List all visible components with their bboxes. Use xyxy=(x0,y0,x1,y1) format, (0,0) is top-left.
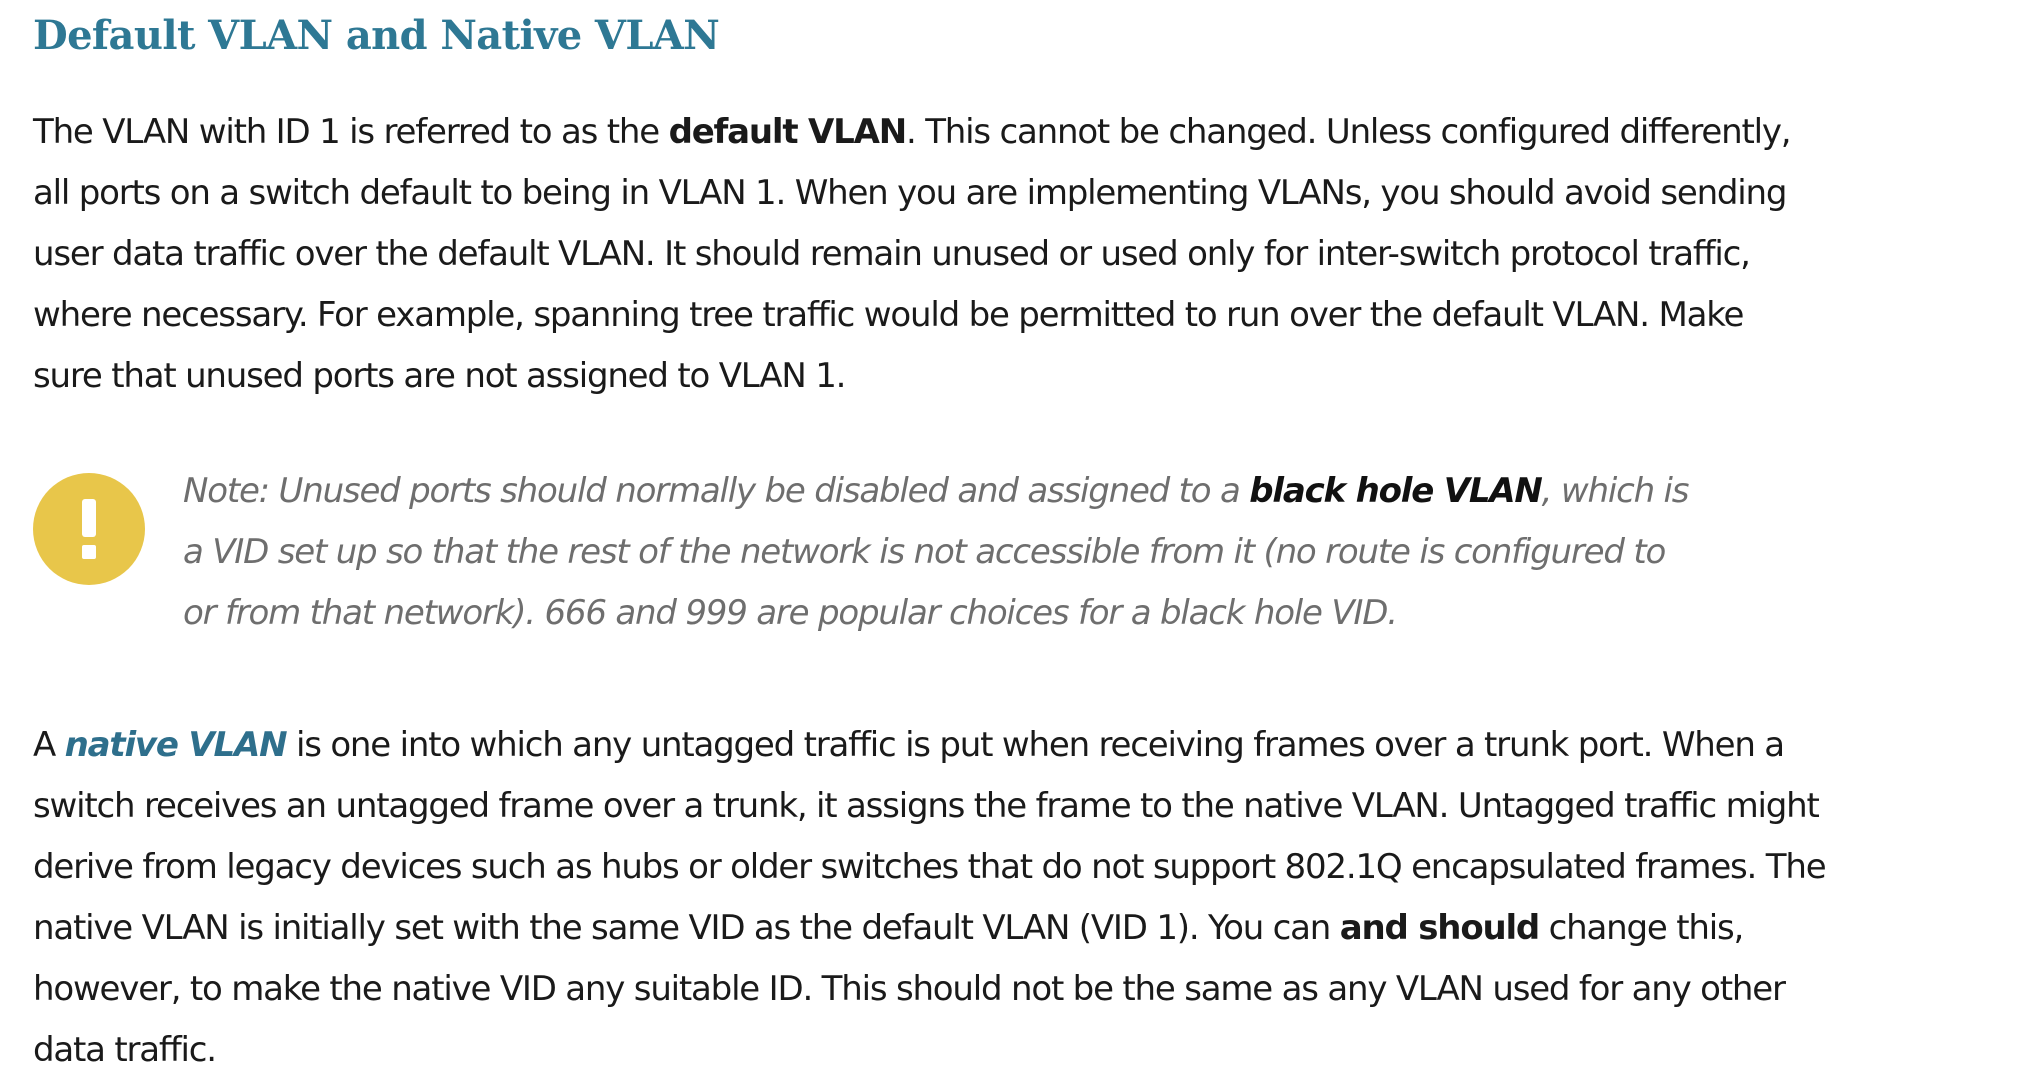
note-line: a VID set up so that the rest of the net… xyxy=(183,532,1666,572)
section-heading: Default VLAN and Native VLAN xyxy=(33,12,720,59)
term-default-vlan: default VLAN xyxy=(668,112,908,152)
term-native-vlan: native VLAN xyxy=(64,725,288,765)
text-run: The VLAN with ID 1 is referred to as the xyxy=(33,112,669,152)
exclamation-icon xyxy=(33,473,145,585)
text-run: , which is xyxy=(1541,471,1690,511)
note-line: or from that network). 666 and 999 are p… xyxy=(183,593,1398,633)
native-vlan-paragraph: A native VLAN is one into which any unta… xyxy=(33,715,1993,1081)
paragraph-line: The VLAN with ID 1 is referred to as the… xyxy=(33,102,1993,163)
paragraph-line: sure that unused ports are not assigned … xyxy=(33,356,846,396)
paragraph-line: switch receives an untagged frame over a… xyxy=(33,786,1820,826)
paragraph-line: A native VLAN is one into which any unta… xyxy=(33,715,1993,776)
paragraph-line: all ports on a switch default to being i… xyxy=(33,173,1787,213)
paragraph-line: derive from legacy devices such as hubs … xyxy=(33,847,1827,887)
paragraph-line: user data traffic over the default VLAN.… xyxy=(33,234,1751,274)
paragraph-line: data traffic. xyxy=(33,1030,217,1070)
note-callout: Note: Unused ports should normally be di… xyxy=(33,461,1993,653)
text-run: Note: Unused ports should normally be di… xyxy=(183,471,1250,511)
text-run: A xyxy=(33,725,65,765)
document-page: Default VLAN and Native VLAN The VLAN wi… xyxy=(33,0,1993,1081)
text-run: . This cannot be changed. Unless configu… xyxy=(906,112,1792,152)
paragraph-line: where necessary. For example, spanning t… xyxy=(33,295,1744,335)
term-black-hole-vlan: black hole VLAN xyxy=(1249,471,1543,511)
note-text: Note: Unused ports should normally be di… xyxy=(183,461,1863,644)
emphasis-and-should: and should xyxy=(1339,908,1541,948)
text-run: native VLAN is initially set with the sa… xyxy=(33,908,1340,948)
paragraph-line: native VLAN is initially set with the sa… xyxy=(33,898,1993,959)
note-line: Note: Unused ports should normally be di… xyxy=(183,461,1863,522)
text-run: is one into which any untagged traffic i… xyxy=(286,725,1785,765)
default-vlan-paragraph: The VLAN with ID 1 is referred to as the… xyxy=(33,102,1993,407)
paragraph-line: however, to make the native VID any suit… xyxy=(33,969,1786,1009)
text-run: change this, xyxy=(1539,908,1745,948)
